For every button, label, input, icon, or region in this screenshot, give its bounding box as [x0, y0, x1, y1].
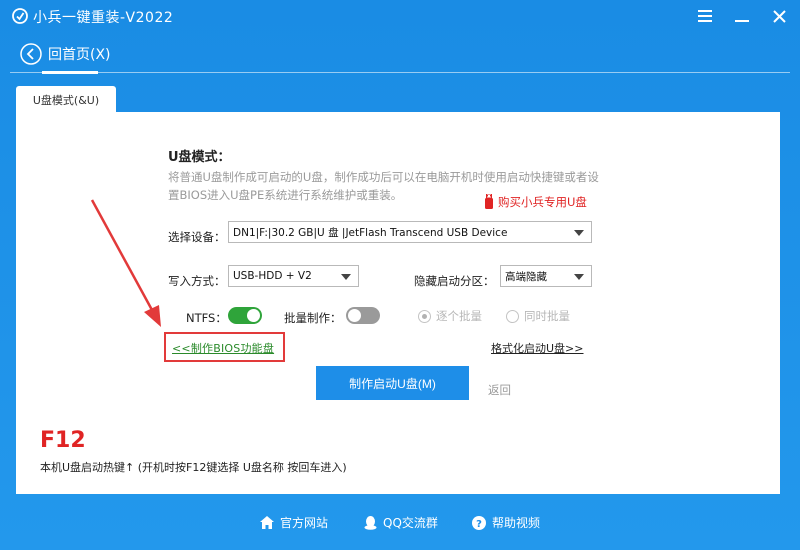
- hotkey-description: 本机U盘启动热键↑ (开机时按F12键选择 U盘名称 按回车进入): [40, 461, 347, 474]
- section-title: U盘模式：: [168, 150, 231, 165]
- device-select-value: DN1|F:|30.2 GB|U 盘 |JetFlash Transcend U…: [233, 226, 508, 239]
- format-usb-link[interactable]: 格式化启动U盘>>: [491, 340, 584, 356]
- home-icon: [260, 516, 274, 529]
- tab-usb-mode[interactable]: U盘模式(&U): [16, 86, 116, 113]
- help-icon: ?: [472, 515, 486, 530]
- minimize-button[interactable]: [731, 6, 753, 26]
- write-mode-value: USB-HDD + V2: [233, 270, 312, 282]
- radio-simultaneous[interactable]: 同时批量: [506, 308, 570, 324]
- minimize-icon: [735, 20, 749, 22]
- make-bios-disk-link[interactable]: <<制作BIOS功能盘: [172, 340, 274, 356]
- radio-dot: [418, 309, 431, 323]
- chevron-down-icon: [341, 274, 351, 280]
- device-label: 选择设备：: [168, 230, 226, 244]
- nav-divider-accent: [42, 71, 98, 74]
- footer-qq-label: QQ交流群: [383, 516, 438, 530]
- radio-dot: [506, 309, 519, 323]
- hotkey-key: F12: [40, 428, 86, 453]
- ntfs-toggle[interactable]: [228, 307, 262, 324]
- close-button[interactable]: [768, 6, 790, 26]
- hidden-partition-select[interactable]: 高端隐藏: [500, 265, 592, 287]
- footer-help-link[interactable]: ? 帮助视频: [472, 514, 540, 531]
- buy-usb-link[interactable]: 购买小兵专用U盘: [484, 194, 587, 210]
- footer-website-label: 官方网站: [280, 516, 329, 530]
- nav-divider: [10, 72, 790, 73]
- toggle-knob: [348, 309, 361, 322]
- buy-usb-label: 购买小兵专用U盘: [498, 195, 587, 209]
- title-bar: 小兵一键重装-V2022: [0, 0, 800, 34]
- back-arrow-icon: [20, 43, 42, 65]
- footer-help-label: 帮助视频: [492, 516, 541, 530]
- hidden-partition-value: 高端隐藏: [505, 270, 547, 283]
- menu-button[interactable]: [694, 6, 716, 26]
- hidden-partition-label: 隐藏启动分区：: [414, 274, 495, 288]
- back-home-button[interactable]: 回首页(X): [20, 42, 111, 66]
- write-mode-label: 写入方式：: [168, 274, 226, 288]
- close-icon: [772, 9, 786, 23]
- toggle-knob: [247, 309, 260, 322]
- qq-icon: [364, 515, 377, 530]
- ntfs-label: NTFS：: [186, 311, 227, 325]
- usb-drive-icon: [485, 194, 493, 209]
- radio-one-by-one[interactable]: 逐个批量: [418, 308, 482, 324]
- footer-qq-link[interactable]: QQ交流群: [364, 514, 438, 531]
- window-title: 小兵一键重装-V2022: [33, 10, 174, 26]
- device-select[interactable]: DN1|F:|30.2 GB|U 盘 |JetFlash Transcend U…: [228, 221, 592, 243]
- batch-toggle[interactable]: [346, 307, 380, 324]
- footer-website-link[interactable]: 官方网站: [260, 514, 328, 531]
- menu-icon: [698, 10, 712, 22]
- svg-text:?: ?: [476, 519, 482, 530]
- app-window: 小兵一键重装-V2022 回首页(X) U盘模式(&U) U盘模式： 将普通U盘…: [0, 0, 800, 550]
- batch-label: 批量制作：: [284, 311, 342, 325]
- radio-simultaneous-label: 同时批量: [524, 309, 570, 323]
- return-button[interactable]: 返回: [488, 382, 511, 398]
- back-home-label: 回首页(X): [48, 47, 111, 63]
- radio-one-by-one-label: 逐个批量: [436, 309, 482, 323]
- chevron-down-icon: [574, 230, 584, 236]
- app-logo-icon: [12, 8, 28, 24]
- main-panel: U盘模式： 将普通U盘制作成可启动的U盘，制作成功后可以在电脑开机时使用启动快捷…: [16, 112, 780, 494]
- chevron-down-icon: [574, 274, 584, 280]
- nav-bar: 回首页(X): [0, 34, 800, 74]
- make-bootable-usb-button[interactable]: 制作启动U盘(M): [316, 366, 469, 400]
- write-mode-select[interactable]: USB-HDD + V2: [228, 265, 359, 287]
